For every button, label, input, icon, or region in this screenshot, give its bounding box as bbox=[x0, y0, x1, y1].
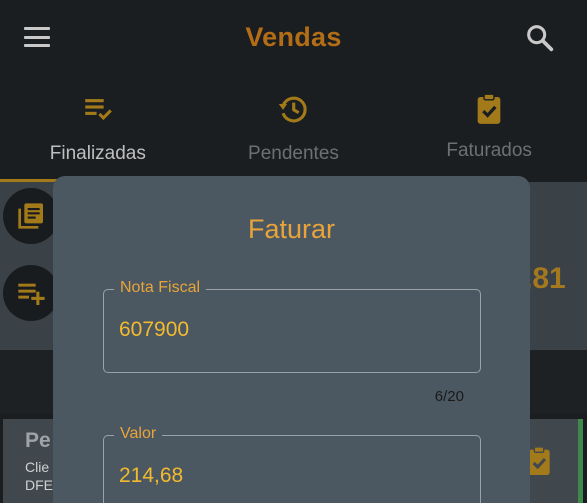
tab-pendentes[interactable]: Pendentes bbox=[196, 78, 392, 182]
dialog-title: Faturar bbox=[247, 214, 336, 244]
tab-label: Finalizadas bbox=[49, 143, 146, 164]
list-item-detail: DFE bbox=[25, 477, 53, 493]
library-books-icon bbox=[18, 203, 43, 229]
playlist-check-icon bbox=[81, 92, 115, 126]
valor-label: Valor bbox=[114, 424, 163, 444]
clipboard-check-icon bbox=[472, 92, 506, 126]
valor-field[interactable]: Valor 214,68 bbox=[103, 424, 481, 503]
list-item-client: Clie bbox=[25, 459, 50, 475]
search-icon[interactable] bbox=[524, 22, 556, 54]
nota-fiscal-field[interactable]: Nota Fiscal 607900 bbox=[103, 278, 481, 373]
playlist-add-button[interactable] bbox=[3, 265, 59, 321]
character-counter: 6/20 bbox=[434, 388, 464, 405]
playlist-add-icon bbox=[18, 283, 45, 305]
app-bar: Vendas bbox=[0, 0, 587, 78]
tab-label: Faturados bbox=[446, 140, 532, 161]
tab-faturados[interactable]: Faturados bbox=[391, 78, 587, 182]
list-item-title: Pe bbox=[25, 429, 51, 452]
valor-input[interactable]: 214,68 bbox=[119, 464, 183, 488]
library-books-button[interactable] bbox=[3, 188, 59, 244]
tab-bar: Finalizadas Pendentes Faturados bbox=[0, 78, 587, 182]
tab-finalizadas[interactable]: Finalizadas bbox=[0, 78, 196, 182]
faturar-dialog: Faturar Nota Fiscal 607900 6/20 Valor 21… bbox=[53, 176, 530, 503]
app-root: Vendas Finalizadas Pendentes Faturados ,… bbox=[0, 0, 587, 503]
total-value: ,81 bbox=[524, 262, 566, 295]
tab-label: Pendentes bbox=[248, 143, 339, 164]
nota-fiscal-label: Nota Fiscal bbox=[114, 278, 207, 298]
history-icon bbox=[276, 92, 310, 126]
page-title: Vendas bbox=[245, 22, 342, 52]
nota-fiscal-input[interactable]: 607900 bbox=[119, 318, 189, 342]
